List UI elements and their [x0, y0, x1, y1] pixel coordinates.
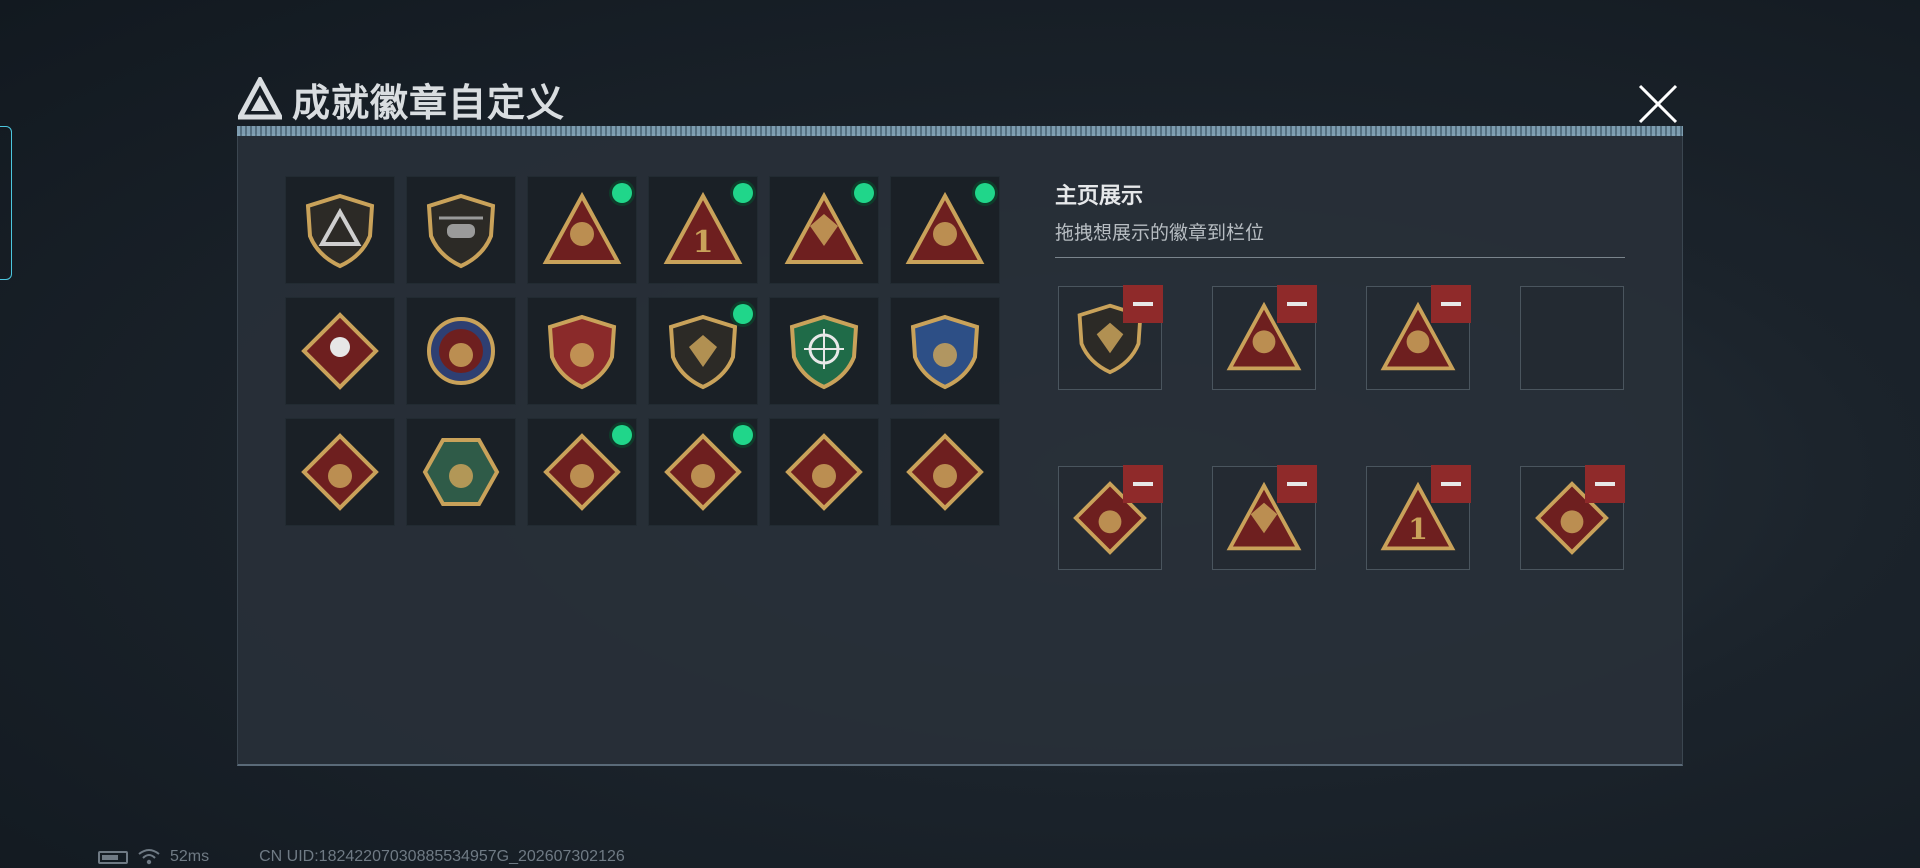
- homepage-display-title: 主页展示: [1055, 183, 1144, 208]
- tower-triangle-badge-icon: [542, 191, 622, 264]
- badge-cell[interactable]: [890, 176, 1000, 284]
- side-tab[interactable]: [0, 126, 12, 280]
- selected-indicator-icon: [854, 183, 874, 203]
- remove-badge-button[interactable]: [1431, 285, 1471, 323]
- badge-cell[interactable]: [890, 297, 1000, 405]
- minus-icon: [1441, 482, 1461, 486]
- crosshair-green-shield-badge-icon: [789, 314, 859, 390]
- badge-cell[interactable]: [285, 418, 395, 526]
- minus-icon: [1595, 482, 1615, 486]
- badge-cell[interactable]: [285, 176, 395, 284]
- display-slot[interactable]: [1366, 285, 1471, 390]
- remove-badge-button[interactable]: [1277, 465, 1317, 503]
- dialog-header: 成就徽章自定义: [238, 74, 566, 125]
- display-slots: 1: [1058, 285, 1625, 570]
- selected-indicator-icon: [733, 183, 753, 203]
- badge-cell[interactable]: [527, 418, 637, 526]
- minus-icon: [1133, 482, 1153, 486]
- badge-cell[interactable]: 1: [648, 176, 758, 284]
- laurel-shield-badge-icon: [547, 314, 617, 390]
- runner-diamond-badge-icon: [664, 433, 742, 511]
- badge-cell[interactable]: [406, 418, 516, 526]
- remove-badge-button[interactable]: [1585, 465, 1625, 503]
- badge-cell[interactable]: [406, 297, 516, 405]
- minus-icon: [1133, 302, 1153, 306]
- battery-icon: [98, 850, 128, 864]
- remove-badge-button[interactable]: [1277, 285, 1317, 323]
- remove-badge-button[interactable]: [1123, 285, 1163, 323]
- selected-indicator-icon: [975, 183, 995, 203]
- close-icon: [1638, 84, 1678, 124]
- remove-badge-button[interactable]: [1123, 465, 1163, 503]
- display-slot[interactable]: [1520, 465, 1625, 570]
- badge-cell[interactable]: [527, 176, 637, 284]
- selected-indicator-icon: [612, 425, 632, 445]
- star-medal-badge-icon: [427, 317, 495, 385]
- homepage-display-subtitle: 拖拽想展示的徽章到栏位: [1055, 223, 1265, 244]
- badge-cell[interactable]: [769, 176, 879, 284]
- wolf-diamond-badge-icon: [301, 433, 379, 511]
- dialog-header-strip: [237, 126, 1683, 136]
- soldiers-triangle-badge-icon: [905, 191, 985, 264]
- display-slot[interactable]: [1212, 465, 1317, 570]
- selected-indicator-icon: [733, 425, 753, 445]
- empty-display-slot[interactable]: [1520, 286, 1624, 390]
- minus-icon: [1287, 302, 1307, 306]
- wifi-icon: [138, 849, 160, 865]
- badge-cell[interactable]: [285, 297, 395, 405]
- triangle-logo-icon: [238, 77, 282, 120]
- selected-indicator-icon: [733, 304, 753, 324]
- badge-cell[interactable]: [648, 418, 758, 526]
- selected-indicator-icon: [612, 183, 632, 203]
- badge-cell[interactable]: [769, 418, 879, 526]
- badge-cell[interactable]: [890, 418, 1000, 526]
- svg-text:1: 1: [693, 225, 714, 260]
- latency-text: 52ms: [170, 848, 210, 865]
- horse-diamond-badge-icon: [785, 433, 863, 511]
- badge-cell[interactable]: [648, 297, 758, 405]
- helicopter-shield-badge-icon: [426, 193, 496, 269]
- badge-cell[interactable]: [406, 176, 516, 284]
- badge-cell[interactable]: [769, 297, 879, 405]
- gem-shield-badge-icon: [668, 314, 738, 390]
- wrench-diamond-badge-icon: [906, 433, 984, 511]
- triangle-shield-badge-icon: [305, 193, 375, 269]
- hornet-hexagon-badge-icon: [422, 438, 500, 506]
- crossed-arms-blue-shield-badge-icon: [910, 314, 980, 390]
- badge-cell[interactable]: [527, 297, 637, 405]
- dialog-title: 成就徽章自定义: [292, 82, 566, 125]
- remove-badge-button[interactable]: [1431, 465, 1471, 503]
- display-slot[interactable]: [1212, 285, 1317, 390]
- display-slot[interactable]: 1: [1366, 465, 1471, 570]
- status-bar: 52ms CN UID:18242207030885534957G_202607…: [98, 848, 625, 866]
- minus-icon: [1441, 302, 1461, 306]
- svg-text:1: 1: [1408, 512, 1428, 546]
- display-slot[interactable]: [1058, 285, 1163, 390]
- homepage-display-panel: 主页展示 拖拽想展示的徽章到栏位: [1055, 178, 1625, 258]
- badge-grid: 1: [285, 176, 1000, 526]
- number-one-triangle-badge-icon: 1: [663, 191, 743, 264]
- hands-gem-triangle-badge-icon: [784, 191, 864, 264]
- display-slot[interactable]: [1058, 465, 1163, 570]
- close-button[interactable]: [1630, 76, 1686, 132]
- rose-diamond-badge-icon: [301, 312, 379, 390]
- minus-icon: [1287, 482, 1307, 486]
- uid-text: CN UID:18242207030885534957G_20260730212…: [259, 848, 625, 865]
- dragon-diamond-badge-icon: [543, 433, 621, 511]
- divider: [1055, 257, 1625, 258]
